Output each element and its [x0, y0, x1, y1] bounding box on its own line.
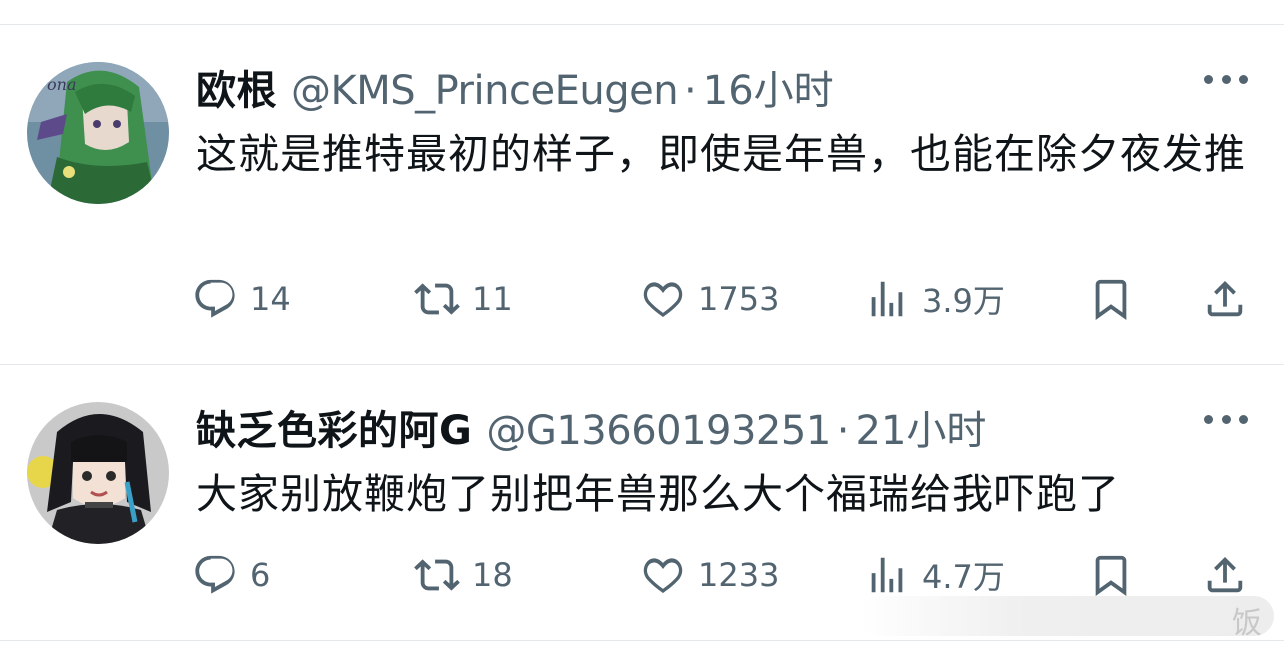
views-button[interactable]: 3.9万 — [864, 274, 1005, 324]
share-upload-icon — [1207, 280, 1243, 317]
watermark: 饭 — [860, 596, 1274, 641]
like-button[interactable]: 1753 — [640, 274, 779, 324]
retweet-icon — [414, 283, 460, 315]
retweet-count: 18 — [472, 556, 513, 594]
tweet-header: 缺乏色彩的阿G @G13660193251 · 21小时 — [196, 398, 986, 454]
action-bar: 6 18 1233 4.7万 — [192, 550, 1252, 600]
action-bar: 14 11 1753 3.9万 — [192, 274, 1252, 324]
like-button[interactable]: 1233 — [640, 550, 779, 600]
separator-dot: · — [836, 408, 850, 454]
top-divider — [0, 24, 1284, 25]
watermark-text: 饭 — [1232, 606, 1262, 641]
display-name[interactable]: 缺乏色彩的阿G — [196, 398, 472, 456]
view-count: 4.7万 — [922, 558, 1005, 596]
heart-icon — [643, 282, 683, 318]
user-handle[interactable]: @G13660193251 — [486, 408, 831, 454]
views-chart-icon — [871, 281, 903, 317]
bottom-divider — [0, 640, 1284, 641]
share-button[interactable] — [1202, 550, 1248, 600]
bookmark-icon — [1095, 555, 1127, 596]
reply-button[interactable]: 6 — [192, 550, 270, 600]
view-count: 3.9万 — [922, 282, 1005, 320]
like-count: 1753 — [698, 280, 780, 318]
like-count: 1233 — [698, 556, 780, 594]
reply-count: 14 — [250, 280, 291, 318]
separator-dot: · — [684, 68, 697, 114]
timestamp[interactable]: 21小时 — [856, 398, 987, 456]
share-upload-icon — [1207, 556, 1243, 593]
display-name[interactable]: 欧根 — [196, 58, 277, 116]
avatar-image-green-hair: ona — [27, 62, 169, 204]
retweet-button[interactable]: 18 — [414, 550, 513, 600]
timestamp[interactable]: 16小时 — [703, 58, 834, 116]
heart-icon — [643, 558, 683, 594]
more-options-icon[interactable] — [1204, 412, 1248, 426]
reply-icon — [195, 279, 235, 318]
bookmark-icon — [1095, 279, 1127, 320]
avatar[interactable]: ona — [27, 62, 169, 204]
reply-button[interactable]: 14 — [192, 274, 291, 324]
share-button[interactable] — [1202, 274, 1248, 324]
tweet-text: 大家别放鞭炮了别把年兽那么大个福瑞给我吓跑了 — [196, 470, 1120, 518]
tweet-header: 欧根 @KMS_PrinceEugen · 16小时 — [196, 58, 834, 114]
avatar-image-black-hair — [27, 402, 169, 544]
reply-count: 6 — [250, 556, 271, 594]
tweet-1[interactable]: ona 欧根 @KMS_PrinceEugen · 16小时 这就是推特最初的样… — [0, 54, 1284, 330]
retweet-button[interactable]: 11 — [414, 274, 513, 324]
tweet-text: 这就是推特最初的样子，即使是年兽，也能在除夕夜发推 — [196, 130, 1246, 178]
tweet-divider — [0, 364, 1284, 365]
retweet-count: 11 — [472, 280, 513, 318]
bookmark-button[interactable] — [1088, 274, 1134, 324]
retweet-icon — [414, 559, 460, 591]
avatar[interactable] — [27, 402, 169, 544]
views-button[interactable]: 4.7万 — [864, 550, 1005, 600]
views-chart-icon — [871, 557, 903, 593]
svg-text:ona: ona — [47, 75, 76, 94]
user-handle[interactable]: @KMS_PrinceEugen — [291, 68, 679, 114]
reply-icon — [195, 555, 235, 594]
bookmark-button[interactable] — [1088, 550, 1134, 600]
more-options-icon[interactable] — [1204, 72, 1248, 86]
